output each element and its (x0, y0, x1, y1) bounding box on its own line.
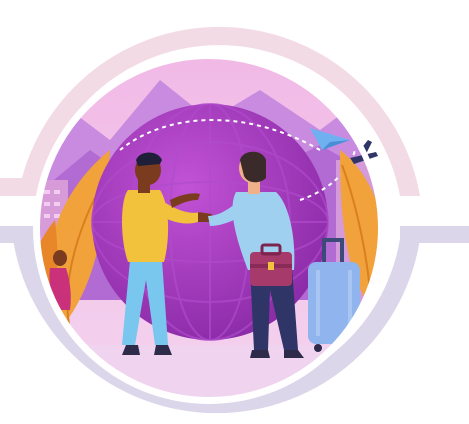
lavender-bar-right (400, 226, 469, 243)
handshake-illustration (0, 26, 469, 414)
pink-bar-left (0, 178, 40, 196)
illustration-canvas (0, 0, 469, 424)
